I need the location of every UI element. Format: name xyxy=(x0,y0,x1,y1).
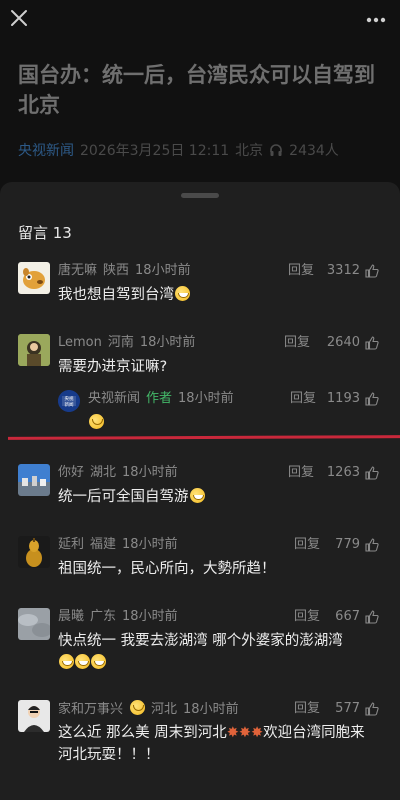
comment-nickname[interactable]: 唐无嘛 xyxy=(58,263,97,278)
thumbs-up-icon[interactable] xyxy=(365,702,379,716)
comment-location: 陕西 xyxy=(103,263,130,278)
like-count: 779 xyxy=(335,537,360,552)
more-icon[interactable] xyxy=(366,10,386,30)
thumbs-up-icon[interactable] xyxy=(365,610,379,624)
comment-header: 央视新闻 作者 18小时前 xyxy=(88,390,234,408)
comment-nickname[interactable]: Lemon xyxy=(58,335,102,350)
comment-time: 18小时前 xyxy=(183,702,239,717)
comment-location: 湖北 xyxy=(90,465,117,480)
like-count: 3312 xyxy=(326,263,360,278)
laugh-emoji-icon xyxy=(89,414,104,429)
grin-emoji-icon xyxy=(75,654,90,669)
comment-header: 晨曦 广东 18小时前 xyxy=(58,608,178,626)
article-meta: 央视新闻 2026年3月25日 12:11 北京 2434人 xyxy=(18,140,339,160)
thumbs-up-icon[interactable] xyxy=(365,392,379,406)
like-count: 2640 xyxy=(326,335,360,350)
avatar[interactable] xyxy=(18,700,50,732)
comment-text-content: 统一后可全国自驾游 xyxy=(58,489,189,505)
grin-emoji-icon xyxy=(91,654,106,669)
listener-count: 2434人 xyxy=(289,143,339,159)
comment-nickname[interactable]: 央视新闻 xyxy=(88,391,140,406)
grin-emoji-icon xyxy=(189,488,205,503)
avatar[interactable]: 央视 新闻 xyxy=(58,390,80,412)
comment-time: 18小时前 xyxy=(122,537,178,552)
thumbs-up-icon[interactable] xyxy=(365,538,379,552)
comment-header: 延利 福建 18小时前 xyxy=(58,536,178,554)
comment-text: 我也想自驾到台湾 xyxy=(58,284,378,306)
avatar[interactable] xyxy=(18,536,50,568)
comment-text-content: 快点统一 我要去澎湖湾 哪个外婆家的澎湖湾 xyxy=(58,633,343,649)
comment-time: 18小时前 xyxy=(139,335,196,350)
comment-text-content: 我也想自驾到台湾 xyxy=(58,287,174,303)
article-datetime: 2026年3月25日 12:11 xyxy=(80,143,230,159)
reply-button[interactable]: 回复 xyxy=(284,334,310,352)
grin-emoji-icon xyxy=(175,286,190,301)
smile-emoji-icon xyxy=(130,700,146,715)
comment-time: 18小时前 xyxy=(135,263,191,278)
svg-text:央视: 央视 xyxy=(65,395,74,402)
reply-button[interactable]: 回复 xyxy=(294,536,320,554)
comment-text xyxy=(88,412,400,434)
svg-text:新闻: 新闻 xyxy=(65,401,74,408)
sheet-grabber[interactable] xyxy=(181,193,219,198)
close-icon[interactable] xyxy=(10,9,28,27)
article-title: 国台办：统一后，台湾民众可以自驾到北京 xyxy=(18,63,375,117)
comment-time: 18小时前 xyxy=(122,465,178,480)
comment-text: 统一后可全国自驾游 xyxy=(58,486,378,508)
thumbs-up-icon[interactable] xyxy=(365,336,379,350)
comment-header: Lemon 河南 18小时前 xyxy=(58,334,195,352)
thumbs-up-icon[interactable] xyxy=(365,264,379,278)
avatar[interactable] xyxy=(18,464,50,496)
comment-header: 家和万事兴 河北 18小时前 xyxy=(58,700,239,719)
comment-text: 祖国统一，民心所向，大勢所趋！ xyxy=(58,561,276,577)
comment-header: 唐无嘛 陕西 18小时前 xyxy=(58,262,191,280)
avatar[interactable] xyxy=(18,262,50,294)
like-count: 1193 xyxy=(326,391,360,406)
reply-button[interactable]: 回复 xyxy=(288,262,314,280)
article-location: 北京 xyxy=(235,143,264,159)
firecracker-emoji-icon: ✸✸✸ xyxy=(226,725,264,741)
avatar[interactable] xyxy=(18,334,50,366)
comment-header: 你好 湖北 18小时前 xyxy=(58,464,178,482)
comment-location: 福建 xyxy=(90,537,117,552)
like-count: 667 xyxy=(335,609,360,624)
comments-count: 留言 13 xyxy=(18,224,72,242)
comment-nickname[interactable]: 晨曦 xyxy=(58,609,84,624)
comment-nickname[interactable]: 家和万事兴 xyxy=(58,702,123,717)
comment-text: 这么近 那么美 周末到河北✸✸✸欢迎台湾同胞来河北玩耍！！！ xyxy=(58,722,378,766)
thumbs-up-icon[interactable] xyxy=(365,466,379,480)
headphone-icon[interactable] xyxy=(269,143,283,157)
top-bar xyxy=(0,0,400,44)
comment-location: 河南 xyxy=(107,335,134,350)
comment-location: 河北 xyxy=(151,702,178,717)
annotation-underline xyxy=(7,435,400,440)
avatar[interactable] xyxy=(18,608,50,640)
comment-text-content: 这么近 那么美 周末到河北 xyxy=(58,725,227,741)
reply-button[interactable]: 回复 xyxy=(294,700,320,718)
reply-button[interactable]: 回复 xyxy=(288,464,314,482)
article-source[interactable]: 央视新闻 xyxy=(18,140,74,160)
comment-time: 18小时前 xyxy=(178,391,234,406)
like-count: 1263 xyxy=(326,465,360,480)
comment-time: 18小时前 xyxy=(122,609,178,624)
reply-button[interactable]: 回复 xyxy=(290,390,316,408)
comment-text: 快点统一 我要去澎湖湾 哪个外婆家的澎湖湾 xyxy=(58,630,378,674)
reply-button[interactable]: 回复 xyxy=(294,608,320,626)
author-badge: 作者 xyxy=(146,391,173,406)
comment-nickname[interactable]: 延利 xyxy=(58,537,84,552)
like-count: 577 xyxy=(335,701,360,716)
comment-location: 广东 xyxy=(90,609,117,624)
comments-sheet: 留言 13 唐无嘛 陕西 18小时前 回复 3312 我也想自驾到台湾 Lemon 河… xyxy=(0,182,400,800)
comment-text: 需要办进京证嘛? xyxy=(58,359,168,375)
grin-emoji-icon xyxy=(59,654,74,669)
comment-nickname[interactable]: 你好 xyxy=(58,465,84,480)
